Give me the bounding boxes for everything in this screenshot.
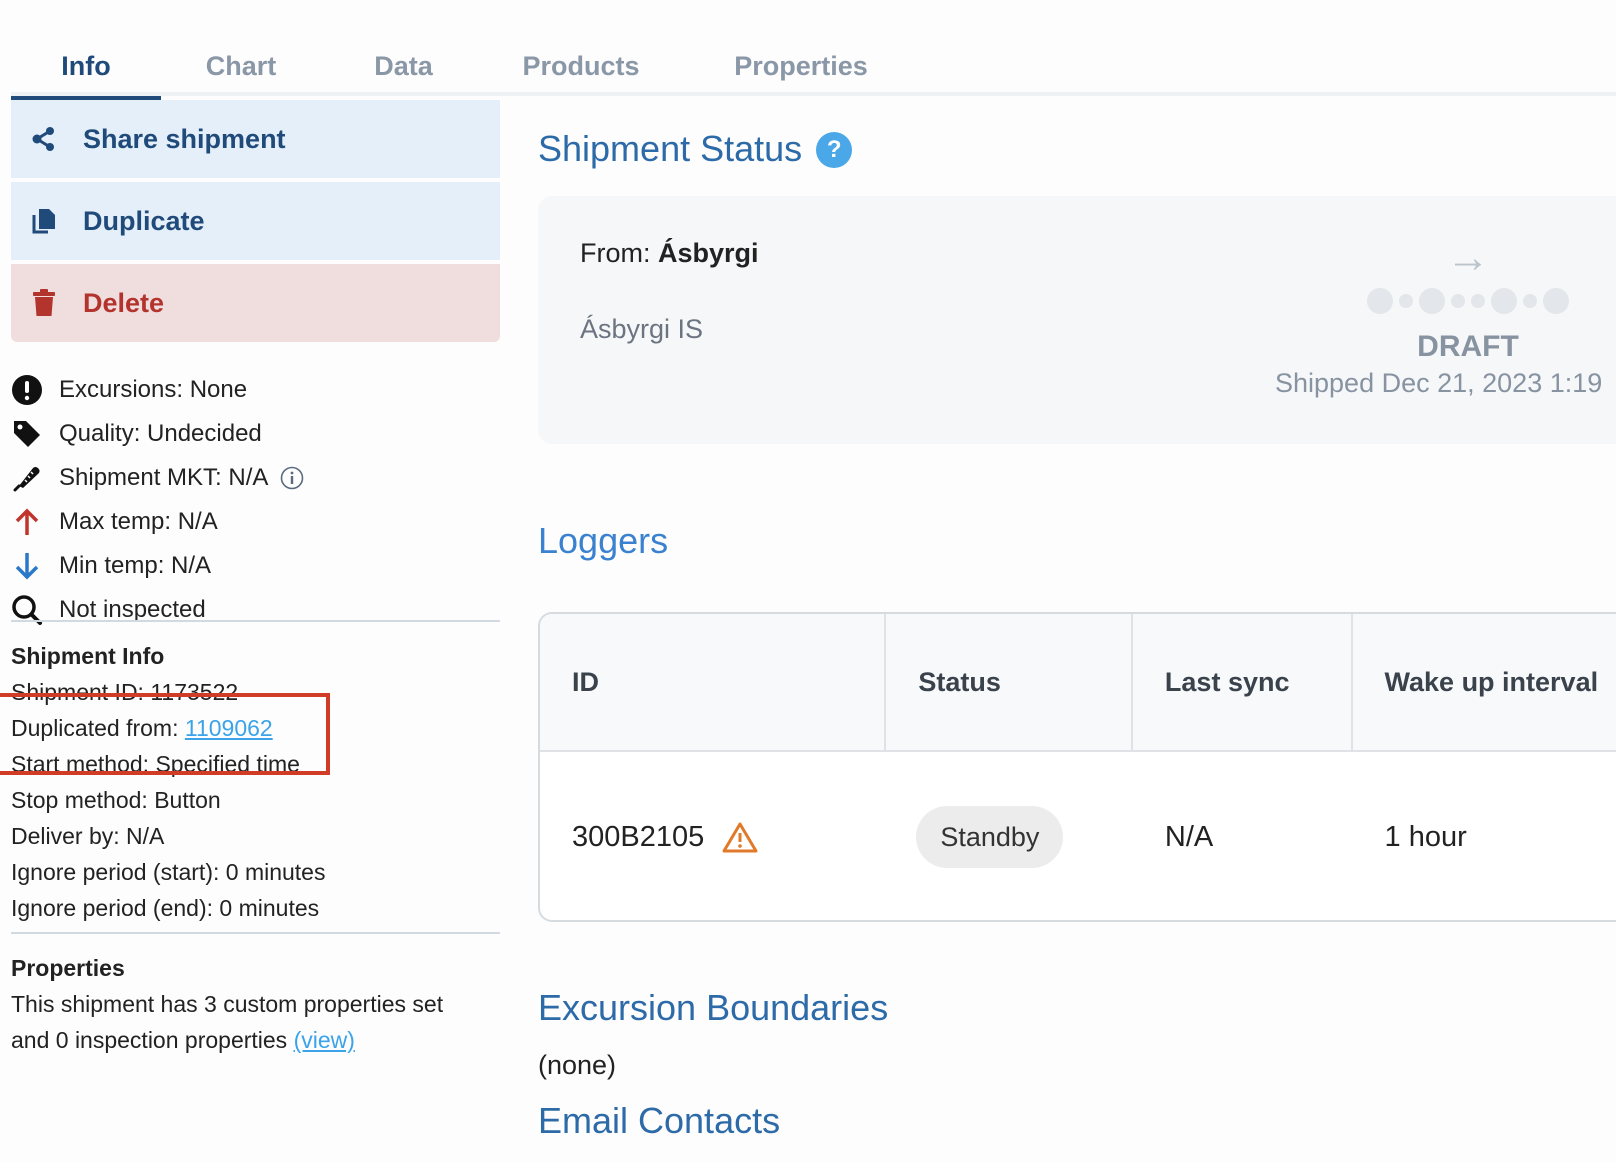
share-shipment-button[interactable]: Share shipment bbox=[11, 100, 500, 178]
tab-info[interactable]: Info bbox=[11, 36, 161, 100]
excursions-text: Excursions: None bbox=[59, 376, 248, 403]
shipment-stats: Excursions: None Quality: Undecided Ship… bbox=[11, 368, 500, 632]
tag-icon bbox=[11, 418, 43, 450]
properties-heading: Properties bbox=[11, 955, 125, 981]
logger-status-cell: Standby bbox=[886, 752, 1133, 920]
logger-last-sync: N/A bbox=[1164, 820, 1214, 853]
from-name: Ásbyrgi bbox=[658, 238, 759, 268]
shipment-info-heading: Shipment Info bbox=[11, 643, 165, 669]
shipment-progress: → DRAFT Shipped Dec 21, 2023 1:19 bbox=[1268, 236, 1616, 399]
trash-icon bbox=[29, 288, 59, 318]
share-shipment-label: Share shipment bbox=[83, 123, 286, 154]
action-panel: Share shipment Duplicate Delete bbox=[11, 100, 500, 346]
inspection-stat: Not inspected bbox=[11, 588, 500, 632]
logger-id: 300B2105 bbox=[572, 820, 705, 853]
progress-dot bbox=[1419, 288, 1445, 314]
info-circle-icon[interactable] bbox=[280, 466, 304, 490]
progress-dot bbox=[1399, 294, 1413, 308]
delete-label: Delete bbox=[83, 287, 165, 318]
shipment-info-section: Shipment Info Shipment ID: 1173522 Dupli… bbox=[11, 638, 500, 926]
highlight-box bbox=[0, 693, 330, 775]
help-icon[interactable]: ? bbox=[816, 132, 853, 168]
divider bbox=[11, 932, 500, 934]
view-properties-link[interactable]: (view) bbox=[294, 1027, 355, 1053]
from-address: Ásbyrgi IS bbox=[580, 314, 704, 344]
column-header-wake-up-interval[interactable]: Wake up interval bbox=[1353, 614, 1616, 750]
logger-id-cell: 300B2105 bbox=[540, 752, 886, 920]
progress-dot bbox=[1491, 288, 1517, 314]
email-contacts-heading: Email Contacts bbox=[538, 1100, 781, 1141]
shipped-date: Shipped Dec 21, 2023 1:19 bbox=[1275, 368, 1603, 398]
column-header-id[interactable]: ID bbox=[540, 614, 887, 750]
properties-line-2-text: and 0 inspection properties bbox=[11, 1027, 294, 1053]
properties-line-1: This shipment has 3 custom properties se… bbox=[11, 991, 444, 1017]
quality-stat: Quality: Undecided bbox=[11, 412, 500, 456]
shipment-status-title: Shipment Status bbox=[538, 128, 803, 169]
quality-text: Quality: Undecided bbox=[59, 420, 262, 447]
shipment-state: DRAFT bbox=[1417, 330, 1519, 363]
properties-section: Properties This shipment has 3 custom pr… bbox=[11, 950, 500, 1058]
ignore-period-start: Ignore period (start): 0 minutes bbox=[11, 859, 326, 885]
status-badge: Standby bbox=[916, 806, 1064, 868]
properties-line-2: and 0 inspection properties (view) bbox=[11, 1022, 500, 1058]
excursion-boundaries-heading: Excursion Boundaries bbox=[538, 987, 889, 1028]
min-temp-stat: Min temp: N/A bbox=[11, 544, 500, 588]
copy-icon bbox=[29, 206, 59, 236]
ignore-period-end: Ignore period (end): 0 minutes bbox=[11, 895, 320, 921]
shipment-status-heading: Shipment Status? bbox=[538, 128, 853, 170]
min-temp-text: Min temp: N/A bbox=[59, 552, 212, 579]
tab-properties[interactable]: Properties bbox=[676, 36, 926, 96]
duplicate-button[interactable]: Duplicate bbox=[11, 182, 500, 260]
exclamation-circle-icon bbox=[11, 374, 43, 406]
from-label: From: bbox=[580, 238, 658, 268]
max-temp-stat: Max temp: N/A bbox=[11, 500, 500, 544]
excursions-stat: Excursions: None bbox=[11, 368, 500, 412]
progress-dot bbox=[1523, 294, 1537, 308]
shipment-status-card: From: Ásbyrgi Ásbyrgi IS → DRAFT Shipped… bbox=[538, 196, 1616, 444]
deliver-by: Deliver by: N/A bbox=[11, 823, 165, 849]
column-header-last-sync[interactable]: Last sync bbox=[1133, 614, 1353, 750]
progress-dot bbox=[1471, 294, 1485, 308]
tab-products[interactable]: Products bbox=[486, 36, 676, 96]
mkt-text: Shipment MKT: N/A bbox=[59, 464, 269, 491]
excursion-boundaries-value: (none) bbox=[538, 1050, 617, 1080]
arrow-down-icon bbox=[11, 550, 43, 582]
share-icon bbox=[29, 124, 59, 154]
from-location: From: Ásbyrgi bbox=[580, 238, 759, 269]
tab-data[interactable]: Data bbox=[321, 36, 486, 96]
delete-button[interactable]: Delete bbox=[11, 264, 500, 342]
arrow-right-icon: → bbox=[1446, 233, 1490, 282]
loggers-heading: Loggers bbox=[538, 520, 669, 561]
thermometer-icon bbox=[11, 462, 43, 494]
progress-dot bbox=[1543, 288, 1569, 314]
table-header: ID Status Last sync Wake up interval bbox=[540, 614, 1616, 752]
warning-icon bbox=[722, 821, 758, 853]
column-header-status[interactable]: Status bbox=[886, 614, 1133, 750]
duplicate-label: Duplicate bbox=[83, 205, 205, 236]
table-row[interactable]: 300B2105 Standby N/A 1 hour bbox=[540, 752, 1616, 920]
arrow-up-icon bbox=[11, 506, 43, 538]
tab-bar: Info Chart Data Products Properties bbox=[11, 36, 1616, 100]
mkt-stat: Shipment MKT: N/A bbox=[11, 456, 500, 500]
stop-method: Stop method: Button bbox=[11, 787, 221, 813]
progress-dot bbox=[1451, 294, 1465, 308]
tab-chart[interactable]: Chart bbox=[161, 36, 321, 96]
loggers-table: ID Status Last sync Wake up interval 300… bbox=[538, 612, 1616, 922]
logger-wake-up-interval: 1 hour bbox=[1384, 820, 1467, 853]
progress-dot bbox=[1367, 288, 1393, 314]
divider bbox=[11, 620, 500, 622]
max-temp-text: Max temp: N/A bbox=[59, 508, 218, 535]
progress-dots bbox=[1268, 286, 1616, 316]
